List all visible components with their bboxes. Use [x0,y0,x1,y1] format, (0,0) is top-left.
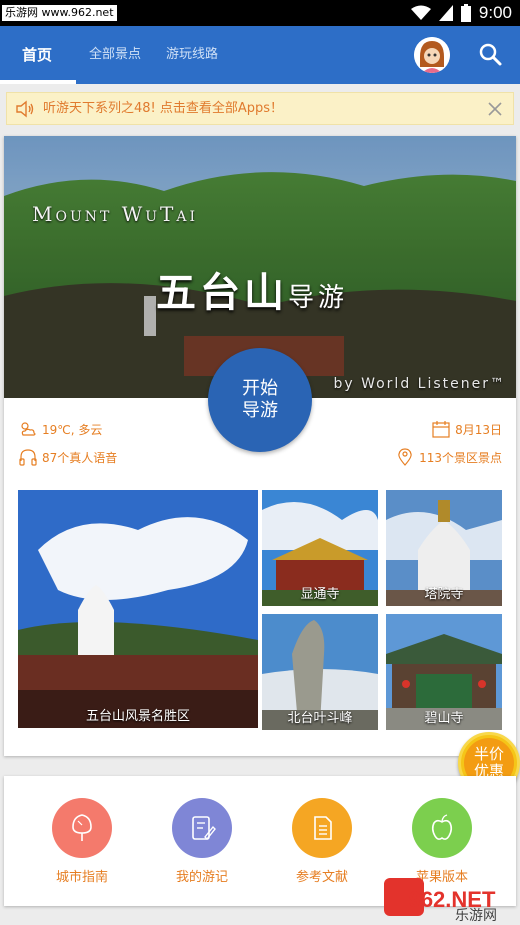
attraction-label: 北台叶斗峰 [287,711,353,726]
notice-text: 听游天下系列之48! 点击查看全部Apps！ [43,101,284,116]
status-icons: 9:00 [410,2,512,24]
attraction-photo [18,490,258,728]
search-icon [479,43,502,66]
my-notes-label: 我的游记 [175,870,228,885]
hero-title-en: Mount WuTai [32,202,199,226]
audio-info: 87个真人语音 [18,448,117,466]
audio-count-text: 87个真人语音 [42,450,118,465]
start-tour-label-2: 导游 [242,400,278,421]
weather-info: 19℃, 多云 [18,420,102,438]
status-bar: 乐游网 www.962.net 9:00 [0,0,520,26]
tab-home[interactable]: 首页 [22,26,52,84]
active-tab-indicator [0,80,76,84]
city-guide-icon-circle [52,798,112,858]
speaker-icon [16,100,34,118]
promo-badge-line1: 半价 [473,745,504,763]
headphones-icon [19,449,37,466]
clock: 9:00 [478,3,512,22]
location-pin-icon [398,448,412,466]
my-notes-icon-circle [172,798,232,858]
date-text: 8月13日 [455,422,502,437]
signal-icon [438,5,453,21]
tab-all-attractions[interactable]: 全部景点 [89,26,141,84]
attraction-tile[interactable]: 五台山风景名胜区 [18,490,258,728]
city-guide-label: 城市指南 [55,870,108,885]
attraction-label: 显通寺 [300,587,340,602]
city-guide-button[interactable]: 城市指南 [42,798,122,885]
main-card: Mount WuTai 五台山导游 by World Listener™ 开始 … [4,136,516,756]
weather-cloud-sun-icon [21,422,36,436]
tree-icon [72,814,92,841]
hero-byline: by World Listener™ [333,376,506,392]
attraction-tile[interactable]: 碧山寺 [386,614,502,730]
spot-count-text: 113个景区景点 [419,450,502,465]
search-button[interactable] [474,38,508,72]
document-icon [314,816,332,840]
my-notes-button[interactable]: 我的游记 [162,798,242,885]
start-tour-button[interactable]: 开始 导游 [208,348,312,452]
apple-icon [431,814,453,840]
close-icon[interactable] [485,99,505,119]
ios-version-icon-circle [412,798,472,858]
start-tour-label-1: 开始 [242,378,278,399]
attraction-tile[interactable]: 塔院寺 [386,490,502,606]
tab-routes[interactable]: 游玩线路 [166,26,218,84]
references-icon-circle [292,798,352,858]
app-bar: 首页 全部景点 游玩线路 [0,26,520,84]
attraction-label: 塔院寺 [424,587,464,602]
attraction-tile[interactable]: 北台叶斗峰 [262,614,378,730]
notebook-pen-icon [192,816,216,841]
brand-watermark: 962.NET 乐游网 [382,874,520,925]
attraction-label: 五台山风景名胜区 [85,709,190,724]
watermark-sub-text: 乐游网 [455,908,497,924]
hero-title-cn-suffix: 导游 [288,283,349,313]
spots-info: 113个景区景点 [395,448,502,466]
wifi-icon [410,5,431,20]
avatar[interactable] [414,37,450,73]
date-info: 8月13日 [431,420,502,438]
weather-text: 19℃, 多云 [42,422,103,437]
attraction-tile[interactable]: 显通寺 [262,490,378,606]
notice-banner[interactable]: 听游天下系列之48! 点击查看全部Apps！ [6,92,514,125]
references-label: 参考文献 [295,870,348,885]
ios-version-button[interactable]: 苹果版本 [402,798,482,885]
site-watermark: 乐游网 www.962.net [2,5,117,21]
references-button[interactable]: 参考文献 [282,798,362,885]
watermark-logo: 962.NET 乐游网 [384,878,497,924]
calendar-icon [432,421,450,438]
user-avatar-icon [414,37,450,73]
battery-icon [460,4,471,22]
hero-title-cn-main: 五台山 [156,269,288,316]
hero-title-cn: 五台山导游 [156,260,348,318]
attraction-label: 碧山寺 [424,711,464,726]
